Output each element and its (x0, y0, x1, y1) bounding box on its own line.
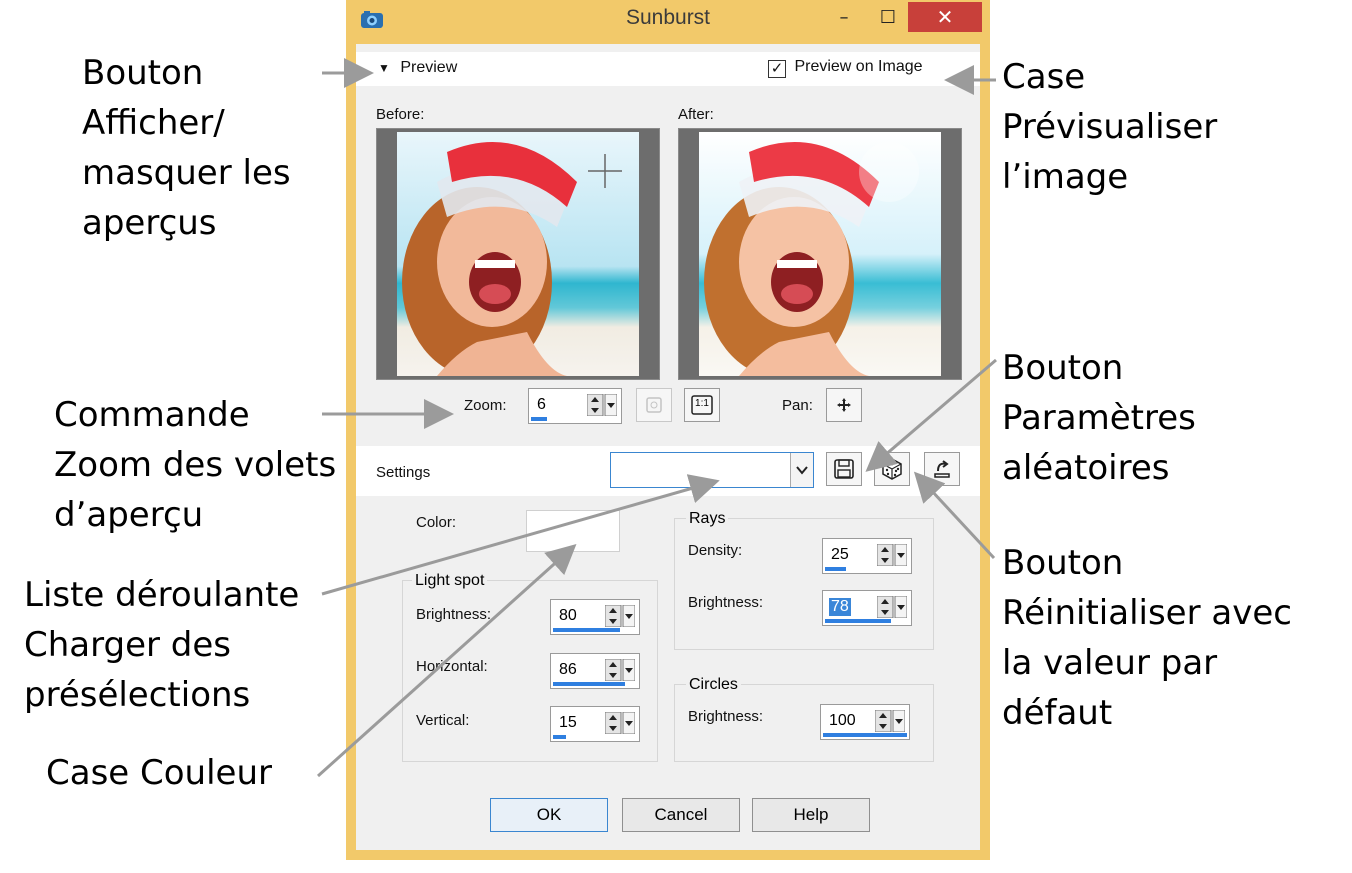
preview-on-image-checkbox[interactable]: ✓ Preview on Image (768, 58, 923, 78)
circles-brightness-bar (823, 733, 907, 737)
preview-on-image-label: Preview on Image (794, 58, 923, 75)
pan-label: Pan: (782, 397, 813, 414)
reset-icon (934, 460, 950, 478)
pan-button[interactable] (826, 388, 862, 422)
floppy-disk-icon (834, 459, 854, 479)
save-preset-button[interactable] (826, 452, 862, 486)
checkbox-checked-icon: ✓ (768, 60, 786, 78)
light-vertical-value: 15 (559, 714, 577, 731)
preview-toggle-label: Preview (400, 59, 458, 76)
rays-density-stepper[interactable]: 25 (822, 538, 912, 574)
callout-random-params: Bouton Paramètres aléatoires (1002, 348, 1196, 488)
circles-brightness-stepper[interactable]: 100 (820, 704, 910, 740)
dropdown-arrow-button[interactable] (790, 453, 813, 487)
settings-label: Settings (376, 464, 431, 481)
rays-density-bar (825, 567, 846, 571)
dice-icon (882, 458, 902, 480)
color-label: Color: (416, 514, 457, 531)
preview-toggle-button[interactable]: ▼ Preview (378, 59, 457, 77)
light-horizontal-label: Horizontal: (416, 658, 488, 675)
chevron-down-icon (796, 466, 808, 475)
light-vertical-bar (553, 735, 566, 739)
zoom-to-fit-button[interactable] (636, 388, 672, 422)
light-brightness-bar (553, 628, 620, 632)
callout-reset-default: Bouton Réinitialiser avec la valeur par … (1002, 543, 1292, 733)
reset-default-button[interactable] (924, 452, 960, 486)
spin-arrows-icon[interactable] (605, 659, 635, 681)
rays-density-value: 25 (831, 546, 849, 563)
rays-density-label: Density: (688, 542, 743, 559)
triangle-down-icon: ▼ (378, 61, 390, 75)
callout-preview-on-image: Case Prévisualiser l’image (1002, 57, 1218, 197)
before-label: Before: (376, 106, 425, 123)
light-brightness-stepper[interactable]: 80 (550, 599, 640, 635)
before-preview-image (397, 132, 639, 376)
callout-show-hide-previews: Bouton Afficher/ masquer les aperçus (82, 53, 291, 243)
sunburst-dialog: Sunburst – ☐ ✕ ▼ Preview ✓ Preview on Im… (346, 0, 990, 860)
circles-title: Circles (686, 676, 741, 694)
light-vertical-stepper[interactable]: 15 (550, 706, 640, 742)
after-label: After: (678, 106, 714, 123)
zoom-label: Zoom: (464, 397, 507, 414)
actual-size-button[interactable]: 1:1 (684, 388, 720, 422)
before-preview-pane[interactable] (376, 128, 660, 380)
light-vertical-label: Vertical: (416, 712, 470, 729)
rays-title: Rays (686, 510, 729, 528)
callout-color-box: Case Couleur (46, 753, 272, 793)
dialog-body: ▼ Preview ✓ Preview on Image Before: Aft… (356, 44, 980, 850)
zoom-value-bar (531, 417, 547, 421)
spin-arrows-icon[interactable] (605, 605, 635, 627)
ok-button[interactable]: OK (490, 798, 608, 832)
light-brightness-value: 80 (559, 607, 577, 624)
rays-brightness-bar (825, 619, 891, 623)
help-button[interactable]: Help (752, 798, 870, 832)
move-arrows-icon (837, 398, 851, 412)
maximize-button[interactable]: ☐ (870, 4, 906, 32)
light-brightness-label: Brightness: (416, 606, 492, 623)
actual-size-label: 1:1 (695, 398, 709, 409)
circles-brightness-label: Brightness: (688, 708, 764, 725)
preview-header: ▼ Preview ✓ Preview on Image (356, 52, 980, 86)
spin-arrows-icon[interactable] (605, 712, 635, 734)
color-swatch[interactable] (526, 510, 620, 552)
callout-zoom-control: Commande Zoom des volets d’aperçu (54, 395, 337, 535)
light-horizontal-value: 86 (559, 661, 577, 678)
presets-dropdown[interactable] (610, 452, 814, 488)
light-horizontal-stepper[interactable]: 86 (550, 653, 640, 689)
spin-arrows-icon[interactable] (875, 710, 905, 732)
zoom-stepper[interactable]: 6 (528, 388, 622, 424)
spin-arrows-icon[interactable] (587, 394, 617, 416)
fit-to-window-icon (646, 397, 662, 413)
light-spot-title: Light spot (412, 572, 488, 590)
rays-brightness-stepper[interactable]: 78 (822, 590, 912, 626)
light-horizontal-bar (553, 682, 625, 686)
title-bar[interactable]: Sunburst – ☐ ✕ (346, 0, 990, 44)
rays-brightness-label: Brightness: (688, 594, 764, 611)
randomize-button[interactable] (874, 452, 910, 486)
after-preview-image (699, 132, 941, 376)
zoom-value: 6 (537, 396, 546, 413)
after-preview-pane[interactable] (678, 128, 962, 380)
cancel-button[interactable]: Cancel (622, 798, 740, 832)
minimize-button[interactable]: – (826, 4, 862, 32)
circles-brightness-value: 100 (829, 712, 856, 729)
rays-brightness-value[interactable]: 78 (829, 598, 851, 616)
close-button[interactable]: ✕ (908, 2, 982, 32)
spin-arrows-icon[interactable] (877, 544, 907, 566)
spin-arrows-icon[interactable] (877, 596, 907, 618)
callout-presets-dropdown: Liste déroulante Charger des présélectio… (24, 575, 300, 715)
